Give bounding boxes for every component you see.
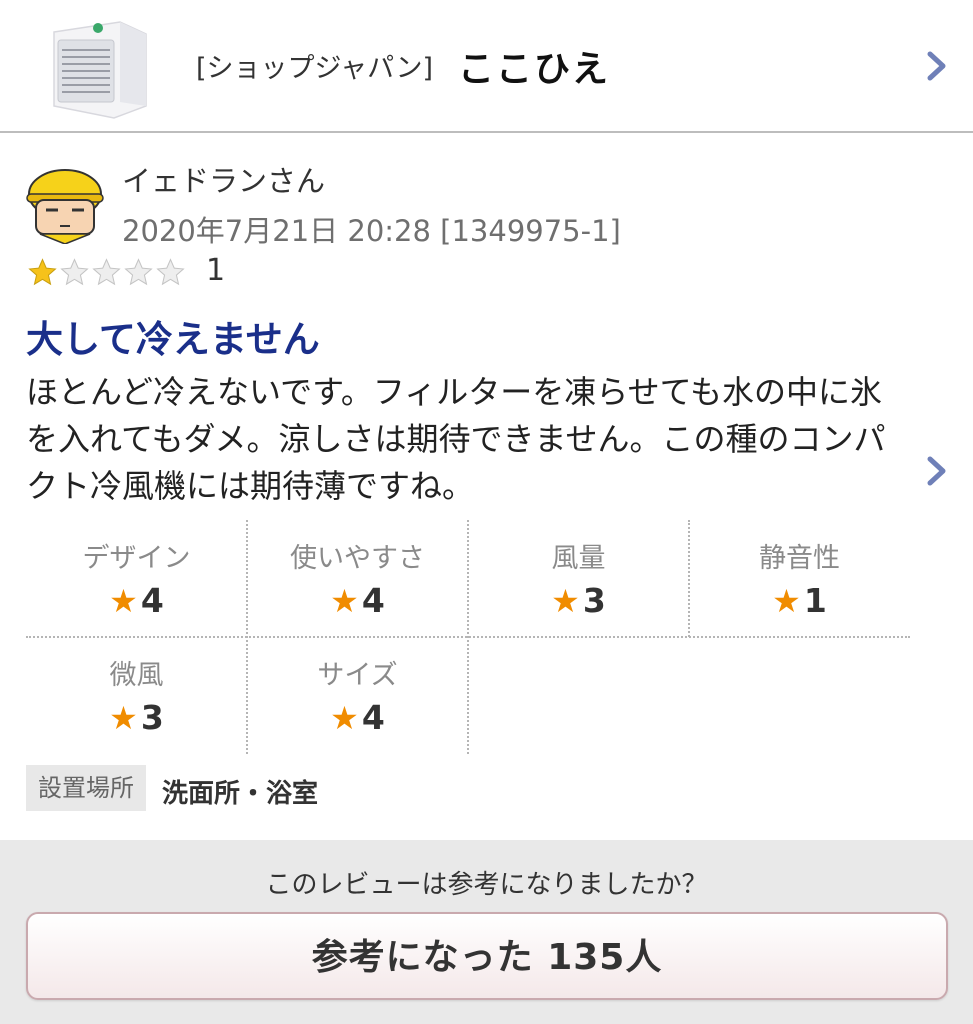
star-icon: ★: [551, 582, 580, 620]
rating-value: 1: [206, 253, 226, 288]
product-header[interactable]: [ショップジャパン] ここひえ: [0, 0, 973, 133]
grid-divider: [26, 636, 910, 638]
star-empty-icon: [156, 257, 185, 285]
review-meta: 2020年7月21日 20:28 [1349975-1]: [122, 214, 621, 248]
sub-rating-value: 1: [803, 581, 827, 620]
sub-rating-label: 微風: [109, 660, 164, 691]
star-icon: ★: [772, 582, 801, 620]
helpful-feedback-section: このレビューは参考になりましたか？ 参考になった 135人: [0, 840, 973, 1024]
star-empty-icon: [92, 257, 121, 285]
star-icon: ★: [109, 582, 138, 620]
star-empty-icon: [124, 257, 153, 285]
sub-rating-size: サイズ ★4: [247, 637, 468, 754]
sub-rating-quietness: 静音性 ★1: [689, 520, 910, 637]
sub-ratings-grid: デザイン ★4 使いやすさ ★4 風量 ★3 静音性 ★1 微風 ★3 サイズ …: [26, 520, 910, 754]
sub-rating-label: デザイン: [82, 543, 191, 574]
star-rating: [26, 257, 186, 287]
sub-rating-label: 静音性: [759, 543, 840, 574]
grid-divider: [688, 520, 690, 637]
sub-rating-value: 4: [361, 698, 385, 737]
star-icon: ★: [330, 699, 359, 737]
chevron-right-icon[interactable]: [924, 453, 950, 489]
sub-rating-value: 3: [140, 698, 164, 737]
star-icon: ★: [330, 582, 359, 620]
sub-rating-value: 3: [582, 581, 606, 620]
chevron-right-icon[interactable]: [924, 48, 950, 84]
install-location-label: 設置場所: [26, 765, 146, 811]
shop-name: [ショップジャパン]: [196, 53, 434, 84]
helpful-question: このレビューは参考になりましたか？: [265, 870, 708, 900]
reviewer-name[interactable]: イェドランさん: [122, 158, 325, 200]
sub-rating-value: 4: [140, 581, 164, 620]
review-body: ほとんど冷えないです。フィルターを凍らせても水の中に氷を入れてもダメ。涼しさは期…: [26, 373, 886, 505]
star-icon: ★: [109, 699, 138, 737]
review-card: イェドランさん 2020年7月21日 20:28 [1349975-1] 1 大…: [0, 133, 973, 840]
star-empty-icon: [60, 257, 89, 285]
sub-rating-gentle-breeze: 微風 ★3: [26, 637, 247, 754]
star-filled-icon: [28, 257, 57, 285]
review-title: 大して冷えません: [26, 318, 320, 361]
sub-rating-airflow: 風量 ★3: [468, 520, 689, 637]
install-location-value: 洗面所・浴室: [162, 779, 319, 809]
sub-rating-label: サイズ: [317, 660, 398, 691]
product-name: ここひえ: [458, 49, 611, 90]
product-thumbnail: [53, 21, 147, 119]
helpful-button[interactable]: 参考になった 135人: [26, 912, 948, 1000]
sub-rating-design: デザイン ★4: [26, 520, 247, 637]
sub-rating-label: 風量: [551, 543, 606, 574]
sub-rating-value: 4: [361, 581, 385, 620]
sub-rating-label: 使いやすさ: [290, 543, 425, 574]
sub-rating-usability: 使いやすさ ★4: [247, 520, 468, 637]
user-avatar[interactable]: [24, 158, 106, 244]
